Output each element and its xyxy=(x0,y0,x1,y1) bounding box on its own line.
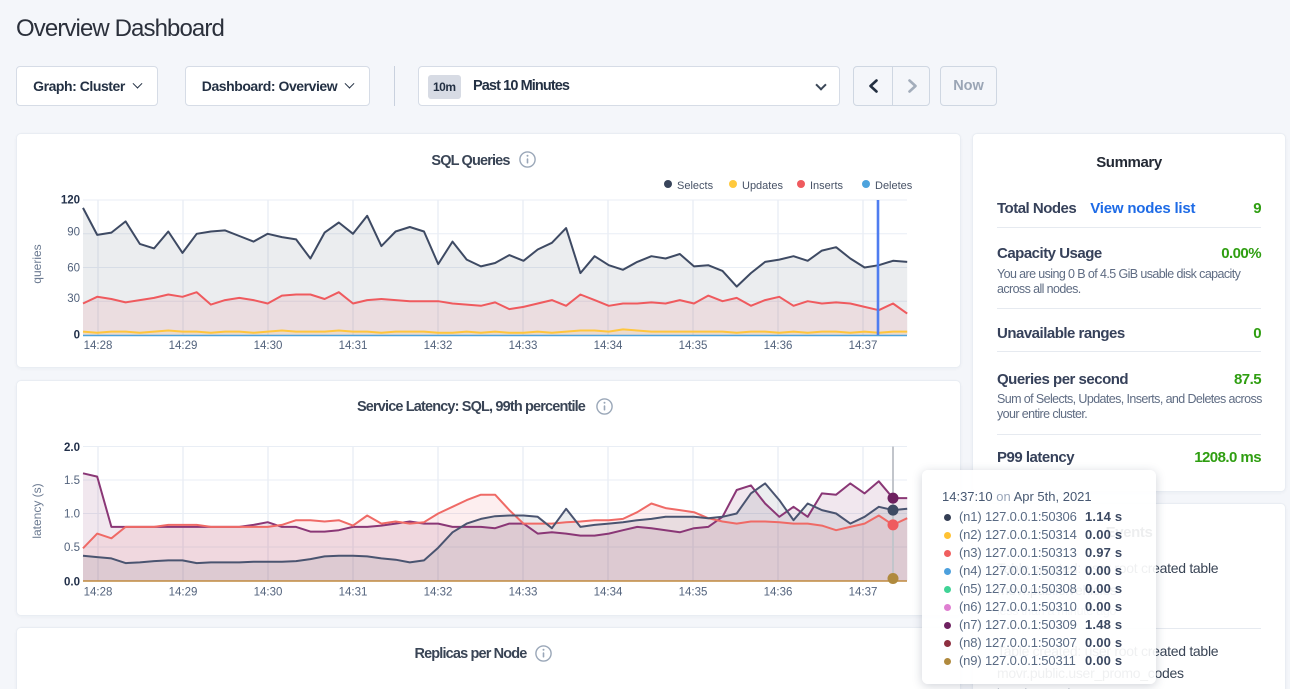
svg-text:2.0: 2.0 xyxy=(64,442,80,454)
svg-text:14:33: 14:33 xyxy=(509,340,538,352)
svg-text:14:37: 14:37 xyxy=(849,587,878,599)
svg-text:14:30: 14:30 xyxy=(254,587,283,599)
svg-text:14:37: 14:37 xyxy=(849,340,878,352)
svg-text:14:33: 14:33 xyxy=(509,587,538,599)
svg-text:14:30: 14:30 xyxy=(254,340,283,352)
svg-text:0.5: 0.5 xyxy=(64,542,80,554)
svg-text:14:35: 14:35 xyxy=(679,340,708,352)
svg-text:14:35: 14:35 xyxy=(679,587,708,599)
svg-text:queries: queries xyxy=(30,244,44,283)
svg-text:1.5: 1.5 xyxy=(64,475,80,487)
svg-text:14:28: 14:28 xyxy=(84,340,113,352)
svg-text:14:28: 14:28 xyxy=(84,587,113,599)
svg-text:0: 0 xyxy=(74,330,80,342)
svg-text:14:29: 14:29 xyxy=(169,587,198,599)
svg-text:14:32: 14:32 xyxy=(424,340,453,352)
svg-text:90: 90 xyxy=(67,226,80,238)
svg-text:1.0: 1.0 xyxy=(64,509,80,521)
svg-text:14:31: 14:31 xyxy=(339,587,368,599)
svg-text:60: 60 xyxy=(67,263,80,275)
svg-text:14:36: 14:36 xyxy=(764,587,793,599)
svg-text:14:31: 14:31 xyxy=(339,340,368,352)
svg-text:14:36: 14:36 xyxy=(764,340,793,352)
svg-text:0.0: 0.0 xyxy=(64,577,80,589)
svg-text:120: 120 xyxy=(61,195,80,207)
svg-text:14:32: 14:32 xyxy=(424,587,453,599)
svg-text:14:29: 14:29 xyxy=(169,340,198,352)
svg-text:14:34: 14:34 xyxy=(594,340,623,352)
svg-text:14:34: 14:34 xyxy=(594,587,623,599)
svg-text:latency (s): latency (s) xyxy=(30,483,44,538)
svg-text:30: 30 xyxy=(67,293,80,305)
